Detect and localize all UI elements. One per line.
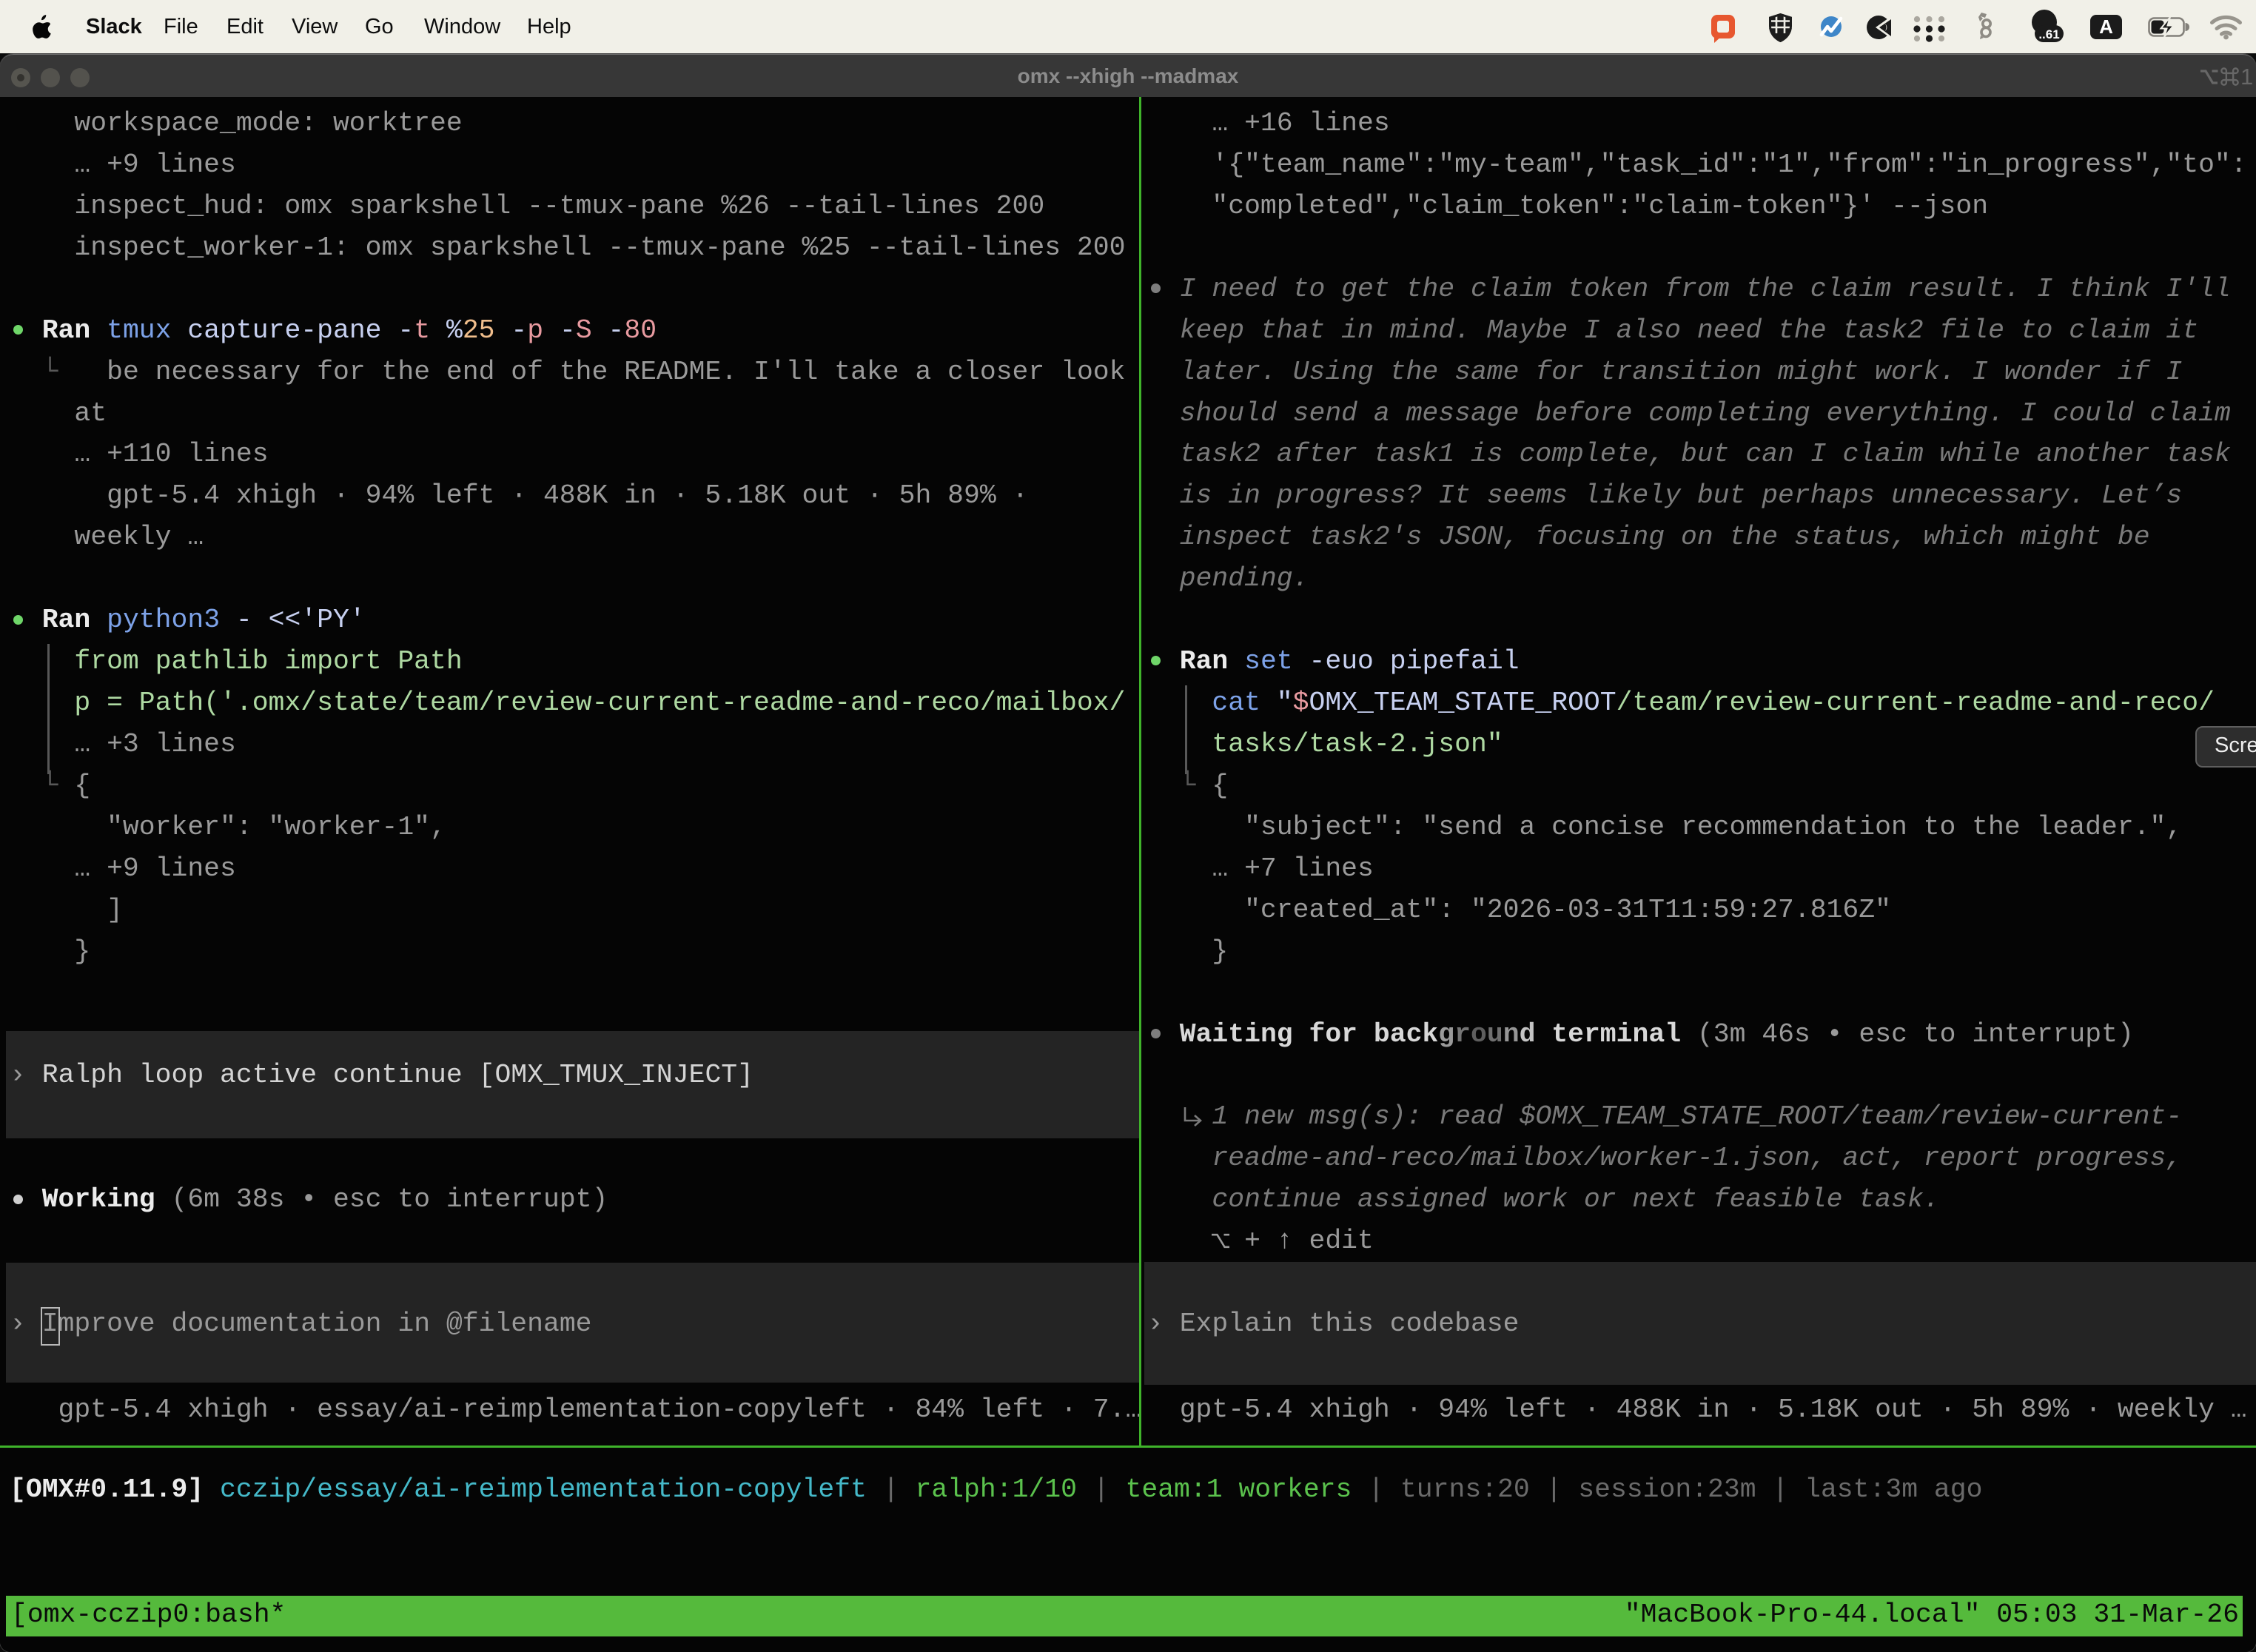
svg-text:..61: ..61 bbox=[2038, 27, 2059, 41]
